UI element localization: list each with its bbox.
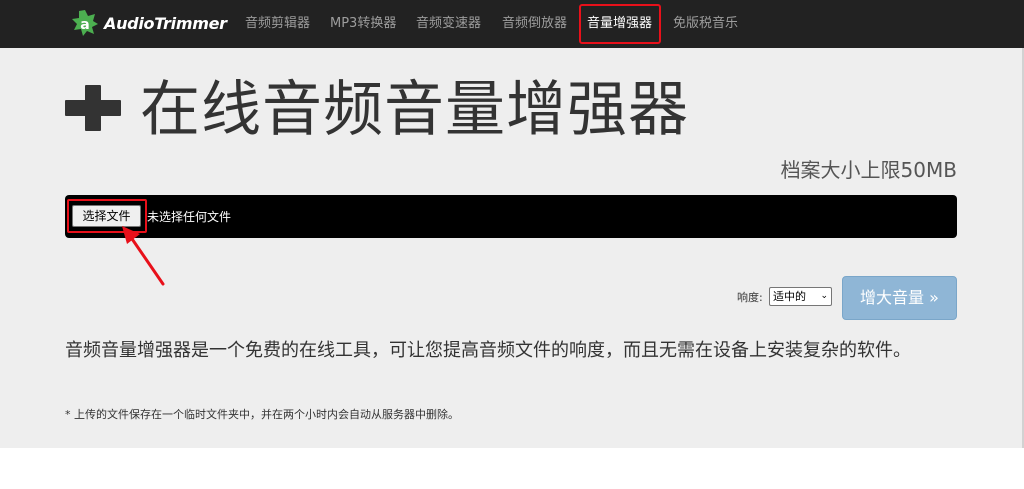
brand-name: AudioTrimmer: [104, 13, 227, 33]
svg-text:a: a: [80, 17, 89, 33]
active-nav-annotation-box: [579, 4, 661, 44]
nav-item-mp3-converter[interactable]: MP3转换器: [330, 0, 396, 48]
top-navbar: a AudioTrimmer 音频剪辑器 MP3转换器 音频变速器 音频倒放器 …: [0, 0, 1024, 48]
increase-volume-button[interactable]: 增大音量 »: [842, 276, 957, 320]
loudness-selected-value: 适中的: [773, 290, 806, 303]
file-size-limit: 档案大小上限50MB: [780, 158, 957, 182]
brand-logo[interactable]: a AudioTrimmer: [70, 8, 227, 38]
annotation-arrow-icon: [122, 226, 165, 286]
nav-item-audio-reverse[interactable]: 音频倒放器: [502, 0, 567, 48]
nav-item-royalty-free-music[interactable]: 免版税音乐: [673, 0, 738, 48]
nav-item-audio-cutter[interactable]: 音频剪辑器: [245, 0, 310, 48]
loudness-select[interactable]: 适中的 ⌄: [769, 287, 832, 306]
plus-icon: [65, 85, 121, 131]
audiotrimmer-logo-icon: a: [72, 10, 98, 36]
file-status-text: 未选择任何文件: [147, 210, 232, 224]
loudness-label: 响度:: [737, 291, 763, 304]
page-title: 在线音频音量增强器: [140, 75, 689, 145]
tool-description: 音频音量增强器是一个免费的在线工具，可让您提高音频文件的响度，而且无需在设备上安…: [65, 340, 911, 361]
privacy-footnote: * 上传的文件保存在一个临时文件夹中，并在两个小时内会自动从服务器中删除。: [65, 408, 459, 421]
chevron-down-icon: ⌄: [820, 291, 828, 301]
nav-item-audio-speed[interactable]: 音频变速器: [416, 0, 481, 48]
